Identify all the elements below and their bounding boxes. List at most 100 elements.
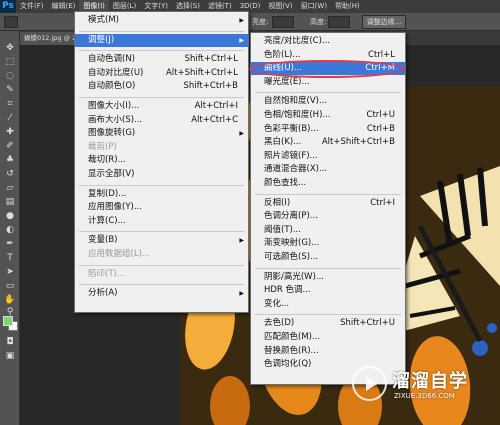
photoshop-logo: Ps	[0, 0, 16, 13]
image-menu-item[interactable]: 自动对比度(U) Alt+Shift+Ctrl+L	[75, 67, 248, 80]
refine-edge-button[interactable]: 调整边缘...	[362, 15, 406, 29]
adjust-menu-item[interactable]: 替换颜色(R)...	[251, 345, 405, 358]
crop-tool-icon[interactable]: ⌗	[4, 99, 16, 109]
gradient-tool-icon[interactable]: ▤	[4, 197, 16, 207]
shape-tool-icon[interactable]: ▭	[4, 281, 16, 291]
healing-brush-tool-icon[interactable]: ✚	[4, 127, 16, 137]
image-menu-item-label: 画布大小(S)...	[88, 114, 143, 125]
menu-separator	[79, 284, 244, 286]
adjust-menu-item-shortcut: Alt+Shift+Ctrl+B	[321, 137, 395, 148]
image-menu-item-shortcut: Alt+Ctrl+C	[191, 114, 238, 125]
adjust-menu-item[interactable]: 色调分离(P)...	[251, 210, 405, 223]
adjust-menu-item[interactable]: 阴影/高光(W)...	[251, 271, 405, 284]
submenu-arrow-icon: ▶	[239, 290, 244, 298]
pen-tool-icon[interactable]: ✒	[4, 239, 16, 249]
image-menu-item[interactable]: 应用图像(Y)...	[75, 201, 248, 214]
adjust-menu-item[interactable]: 通道混合器(X)...	[251, 163, 405, 176]
image-menu-item-label: 自动颜色(O)	[88, 81, 136, 92]
adjust-menu-item-label: 匹配颜色(M)...	[264, 332, 321, 342]
adjust-menu-item[interactable]: 去色(D) Shift+Ctrl+U	[251, 317, 405, 330]
adjust-menu-item-label: 色彩平衡(B)...	[264, 123, 319, 134]
menu-separator	[255, 314, 401, 316]
adjust-menu-item[interactable]: 颜色查找...	[251, 177, 405, 190]
adjust-menu-item-label: 通道混合器(X)...	[264, 164, 328, 175]
image-menu: 模式(M) ▶ 调整(J) ▶ 自动色调(N) Shift+Ctrl+L 自动对比度(U) A…	[74, 11, 249, 313]
eyedropper-tool-icon[interactable]: ⁄	[4, 113, 16, 123]
menu-help[interactable]: 帮助(H)	[331, 0, 364, 13]
adjust-menu-item[interactable]: 照片滤镜(F)...	[251, 150, 405, 163]
lasso-tool-icon[interactable]: ◌	[4, 71, 16, 81]
document-tab[interactable]: 蝴蝶012.jpg @ 2...	[20, 32, 78, 45]
image-menu-item-label: 计算(C)...	[88, 215, 126, 226]
screen-mode-icon[interactable]: ▣	[4, 351, 16, 361]
eraser-tool-icon[interactable]: ▱	[4, 183, 16, 193]
image-menu-item-label: 变量(B)	[88, 235, 118, 246]
image-menu-item-shortcut: Alt+Ctrl+I	[194, 101, 238, 111]
history-brush-tool-icon[interactable]: ↺	[4, 169, 16, 179]
adjust-menu-item[interactable]: 阈值(T)...	[251, 224, 405, 237]
quick-select-tool-icon[interactable]: ✎	[4, 85, 16, 95]
image-menu-item-shortcut: Alt+Shift+Ctrl+L	[165, 67, 238, 78]
image-menu-item[interactable]: 分析(A) ▶	[75, 287, 248, 300]
path-selection-tool-icon[interactable]: ➤	[4, 267, 16, 277]
adjust-menu-item[interactable]: 亮度/对比度(C)...	[251, 35, 405, 48]
adjust-menu-item-shortcut: Ctrl+B	[366, 123, 395, 134]
image-menu-item[interactable]: 自动颜色(O) Shift+Ctrl+B	[75, 80, 248, 93]
dodge-tool-icon[interactable]: ◐	[4, 225, 16, 235]
image-menu-item-label: 自动色调(N)	[88, 54, 135, 65]
image-menu-item[interactable]: 自动色调(N) Shift+Ctrl+L	[75, 53, 248, 66]
adjust-menu-item[interactable]: 匹配颜色(M)...	[251, 331, 405, 344]
brightness-field[interactable]	[272, 16, 294, 28]
image-menu-item[interactable]: 计算(C)...	[75, 215, 248, 228]
image-menu-item[interactable]: 调整(J) ▶	[75, 33, 248, 47]
image-menu-item[interactable]: 复制(D)...	[75, 188, 248, 201]
adjust-menu-item[interactable]: 变化...	[251, 298, 405, 311]
image-menu-item-label: 模式(M)	[88, 15, 119, 25]
adjust-menu-item[interactable]: 可选颜色(S)...	[251, 251, 405, 264]
menu-file[interactable]: 文件(F)	[16, 0, 48, 13]
image-menu-item-label: 图像大小(I)...	[88, 101, 140, 111]
adjust-menu-item[interactable]: 色彩平衡(B)... Ctrl+B	[251, 123, 405, 136]
menu-separator	[255, 193, 401, 195]
blur-tool-icon[interactable]: ●	[4, 211, 16, 221]
image-menu-item[interactable]: 图像大小(I)... Alt+Ctrl+I	[75, 100, 248, 113]
menu-separator	[79, 184, 244, 186]
type-tool-icon[interactable]: T	[4, 253, 16, 263]
image-menu-item: 裁剪(P)	[75, 141, 248, 154]
watermark: 溜溜自学 ZIXUE.3D66.COM	[352, 362, 497, 407]
image-menu-item[interactable]: 画布大小(S)... Alt+Ctrl+C	[75, 114, 248, 127]
tools-panel: ✥ ⬚ ◌ ✎ ⌗ ⁄ ✚ ✐ ♣ ↺ ▱ ▤ ● ◐ ✒ T ➤ ▭ ✋ ⚲ …	[0, 31, 20, 425]
adjust-menu-item[interactable]: 反相(I) Ctrl+I	[251, 197, 405, 210]
image-menu-item[interactable]: 裁切(R)...	[75, 154, 248, 167]
tool-preset-picker[interactable]	[4, 16, 18, 28]
photoshop-window: Ps 文件(F) 编辑(E) 图像(I) 图层(L) 文字(Y) 选择(S) 滤…	[0, 0, 500, 425]
menu-window[interactable]: 窗口(W)	[297, 0, 331, 13]
adjustments-submenu: 亮度/对比度(C)... 色阶(L)... Ctrl+L 曲线(U)... Ctrl+M…	[250, 32, 406, 385]
foreground-color-swatch[interactable]	[3, 316, 13, 326]
play-logo-icon	[352, 366, 387, 401]
image-menu-item[interactable]: 模式(M) ▶	[75, 14, 248, 27]
adjust-menu-item-shortcut: Ctrl+L	[368, 49, 395, 60]
image-menu-item[interactable]: 变量(B) ▶	[75, 234, 248, 247]
adjust-menu-item-label: 色调分离(P)...	[264, 211, 318, 222]
adjust-menu-item-label: 曝光度(E)...	[264, 76, 310, 87]
adjust-menu-item[interactable]: 渐变映射(G)...	[251, 237, 405, 250]
brush-tool-icon[interactable]: ✐	[4, 141, 16, 151]
adjust-menu-item[interactable]: 黑白(K)... Alt+Shift+Ctrl+B	[251, 136, 405, 149]
adjust-menu-item[interactable]: 自然饱和度(V)...	[251, 95, 405, 108]
height-field[interactable]	[328, 16, 350, 28]
adjust-menu-item-label: 色相/饱和度(H)...	[264, 110, 331, 120]
image-menu-item[interactable]: 图像旋转(G) ▶	[75, 127, 248, 140]
adjust-menu-item-label: 自然饱和度(V)...	[264, 96, 328, 107]
adjust-menu-item[interactable]: HDR 色调...	[251, 284, 405, 297]
image-menu-item-label: 裁剪(P)	[88, 141, 117, 152]
image-menu-item[interactable]: 显示全部(V)	[75, 168, 248, 181]
hand-tool-icon[interactable]: ✋	[4, 295, 16, 305]
image-menu-item-label: 应用数据组(L)...	[88, 249, 150, 259]
move-tool-icon[interactable]: ✥	[4, 43, 16, 53]
quick-mask-icon[interactable]: ◘	[4, 337, 16, 347]
adjust-menu-item[interactable]: 色相/饱和度(H)... Ctrl+U	[251, 109, 405, 122]
menu-view[interactable]: 视图(V)	[264, 0, 296, 13]
marquee-tool-icon[interactable]: ⬚	[4, 57, 16, 67]
clone-stamp-tool-icon[interactable]: ♣	[4, 155, 16, 165]
